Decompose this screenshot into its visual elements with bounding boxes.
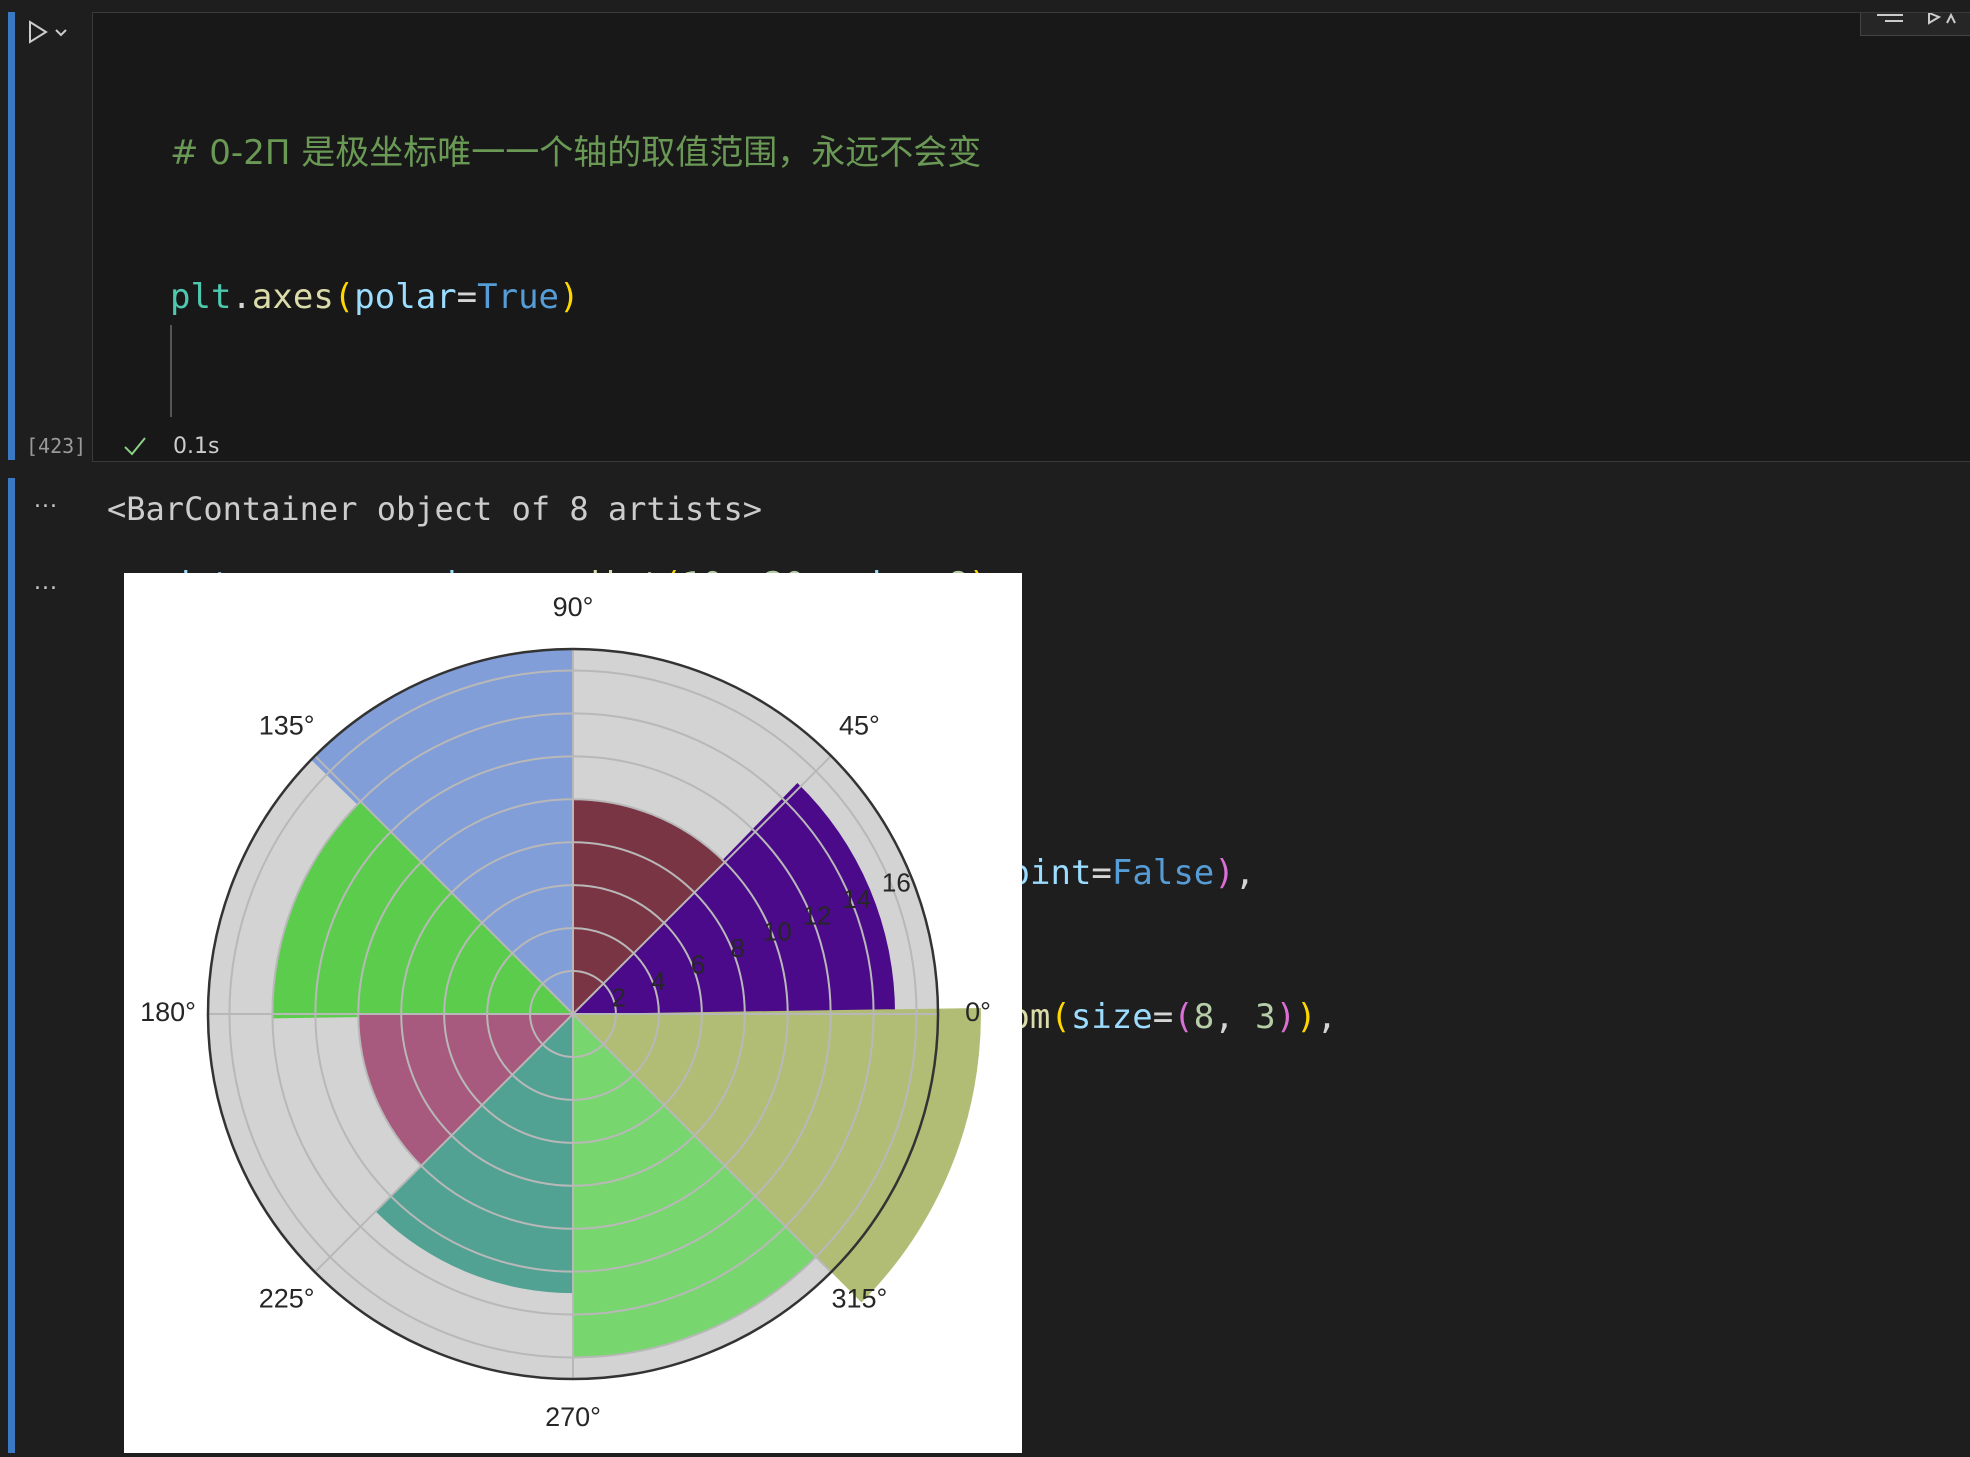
code-line-1: # 0-2Π 是极坐标唯一一个轴的取值范围，永远不会变 <box>170 133 982 173</box>
check-icon <box>124 437 146 456</box>
code-line-text: plt.axes(polar=True) <box>170 277 580 317</box>
radial-tick-label-0: 2 <box>611 982 625 1012</box>
angle-tick-label-4: 180° <box>140 997 196 1027</box>
chevron-down-icon <box>55 29 67 37</box>
polar-bar-figure: 2 4 6 8 10 12 14 16 0° 45° 90° 135° 180° 225° 270° 315° <box>124 573 1022 1453</box>
execute-above-icon[interactable] <box>1925 13 1959 35</box>
angle-tick-label-3: 135° <box>259 711 315 741</box>
angle-tick-label-7: 315° <box>831 1284 887 1314</box>
polar-chart: 2468 10 12 14 16 0° 45° 90° 135° 180° 225° 270° 315° <box>140 592 991 1432</box>
cell-focus-bar <box>8 12 15 460</box>
radial-tick-label-2: 6 <box>691 950 705 980</box>
radial-tick-label-1: 4 <box>651 966 665 996</box>
output-more-button-1[interactable]: ... <box>34 488 58 513</box>
angle-tick-label-0: 0° <box>965 997 991 1027</box>
execution-duration: 0.1s <box>173 434 220 459</box>
radial-tick-label-5: 12 <box>803 900 832 930</box>
play-icon <box>29 20 67 44</box>
code-cell[interactable]: # 0-2Π 是极坐标唯一一个轴的取值范围，永远不会变 plt.axes(pol… <box>0 0 1970 1181</box>
output-focus-bar <box>8 478 15 1453</box>
angle-tick-label-1: 45° <box>839 711 880 741</box>
list-icon[interactable] <box>1875 13 1905 35</box>
run-cell-button[interactable] <box>26 18 72 52</box>
output-more-button-2[interactable]: ... <box>34 570 58 595</box>
angle-tick-label-2: 90° <box>553 592 594 622</box>
code-line-2: plt.axes(polar=True) <box>170 273 1337 321</box>
output-text: <BarContainer object of 8 artists> <box>107 490 763 528</box>
cell-toolbar[interactable] <box>1860 13 1970 36</box>
radial-tick-label-7: 16 <box>882 867 911 897</box>
angle-tick-label-6: 270° <box>545 1402 601 1432</box>
radial-tick-label-4: 10 <box>763 917 792 947</box>
radial-tick-label-6: 14 <box>842 884 871 914</box>
radial-tick-label-3: 8 <box>730 933 744 963</box>
angle-tick-label-5: 225° <box>259 1284 315 1314</box>
execution-count: [423] <box>26 434 87 458</box>
